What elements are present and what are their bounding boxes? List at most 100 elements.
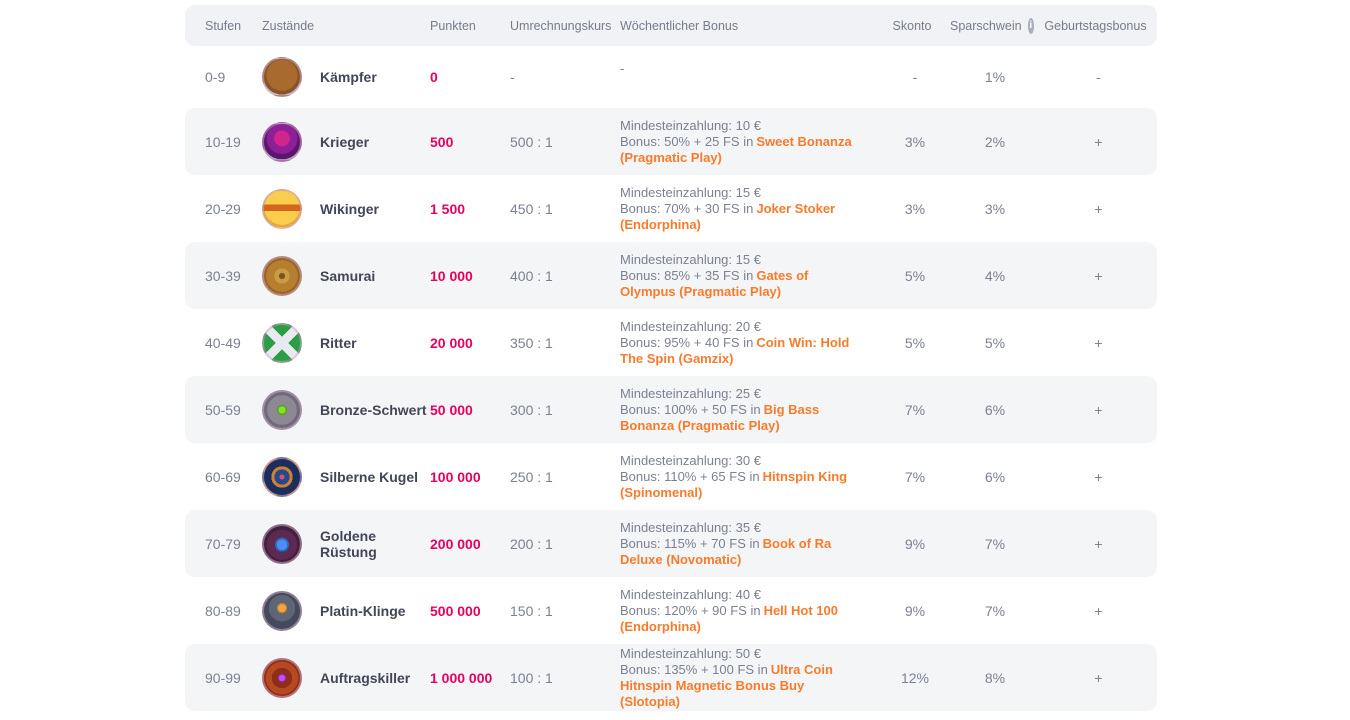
table-row: 70-79 Goldene Rüstung 200 000 200 : 1 Mi… bbox=[185, 510, 1157, 577]
rank-shield-icon bbox=[262, 57, 302, 97]
bonus-line: Bonus: 120% + 90 FS inHell Hot 100 (Endo… bbox=[620, 603, 866, 635]
rank-shield-icon bbox=[262, 323, 302, 363]
rank-shield-icon bbox=[262, 390, 302, 430]
weekly-bonus-cell: Mindesteinzahlung: 10 € Bonus: 50% + 25 … bbox=[620, 118, 880, 166]
bonus-min-deposit: Mindesteinzahlung: 15 € bbox=[620, 252, 866, 268]
weekly-bonus-cell: Mindesteinzahlung: 15 € Bonus: 85% + 35 … bbox=[620, 252, 880, 300]
header-woechentlicher-bonus: Wöchentlicher Bonus bbox=[620, 19, 880, 33]
rank-cell: Wikinger bbox=[262, 189, 430, 229]
rank-name: Ritter bbox=[320, 335, 357, 351]
rank-cell: Samurai bbox=[262, 256, 430, 296]
rank-cell: Goldene Rüstung bbox=[262, 524, 430, 564]
bonus-min-deposit: Mindesteinzahlung: 10 € bbox=[620, 118, 866, 134]
sparschwein-value: 7% bbox=[950, 603, 1040, 619]
bonus-line: Bonus: 50% + 25 FS inSweet Bonanza (Prag… bbox=[620, 134, 866, 166]
weekly-bonus-cell: Mindesteinzahlung: 40 € Bonus: 120% + 90… bbox=[620, 587, 880, 635]
conversion-rate: 250 : 1 bbox=[510, 469, 620, 485]
skonto-value: 9% bbox=[880, 603, 950, 619]
table-row: 50-59 Bronze-Schwert 50 000 300 : 1 Mind… bbox=[185, 376, 1157, 443]
bonus-min-deposit: Mindesteinzahlung: 40 € bbox=[620, 587, 866, 603]
bonus-min-deposit: Mindesteinzahlung: 35 € bbox=[620, 520, 866, 536]
bonus-line: Bonus: 110% + 65 FS inHitnspin King (Spi… bbox=[620, 469, 866, 501]
table-header-row: Stufen Zustände Punkten Umrechnungskurs … bbox=[185, 5, 1157, 46]
points-value: 1 500 bbox=[430, 201, 510, 217]
points-value: 0 bbox=[430, 69, 510, 85]
birthday-bonus-value: - bbox=[1040, 69, 1157, 85]
sparschwein-value: 3% bbox=[950, 201, 1040, 217]
bonus-min-deposit: Mindesteinzahlung: 15 € bbox=[620, 185, 866, 201]
level-range: 30-39 bbox=[185, 268, 262, 284]
skonto-value: 7% bbox=[880, 469, 950, 485]
skonto-value: - bbox=[880, 69, 950, 85]
loyalty-levels-table: Stufen Zustände Punkten Umrechnungskurs … bbox=[185, 5, 1157, 711]
rank-cell: Auftragskiller bbox=[262, 658, 430, 698]
weekly-bonus-cell: Mindesteinzahlung: 15 € Bonus: 70% + 30 … bbox=[620, 185, 880, 233]
header-punkten: Punkten bbox=[430, 19, 510, 33]
rank-name: Silberne Kugel bbox=[320, 469, 418, 485]
bonus-min-deposit: Mindesteinzahlung: 25 € bbox=[620, 386, 866, 402]
points-value: 10 000 bbox=[430, 268, 510, 284]
points-value: 1 000 000 bbox=[430, 670, 510, 686]
rank-cell: Bronze-Schwert bbox=[262, 390, 430, 430]
skonto-value: 12% bbox=[880, 670, 950, 686]
table-row: 90-99 Auftragskiller 1 000 000 100 : 1 M… bbox=[185, 644, 1157, 711]
sparschwein-value: 5% bbox=[950, 335, 1040, 351]
level-range: 80-89 bbox=[185, 603, 262, 619]
info-icon[interactable]: i bbox=[1028, 18, 1034, 34]
table-row: 20-29 Wikinger 1 500 450 : 1 Mindesteinz… bbox=[185, 175, 1157, 242]
conversion-rate: 150 : 1 bbox=[510, 603, 620, 619]
bonus-line: Bonus: 135% + 100 FS inUltra Coin Hitnsp… bbox=[620, 662, 866, 710]
weekly-bonus-cell: Mindesteinzahlung: 50 € Bonus: 135% + 10… bbox=[620, 646, 880, 710]
conversion-rate: 450 : 1 bbox=[510, 201, 620, 217]
rank-shield-icon bbox=[262, 457, 302, 497]
bonus-line: Bonus: 70% + 30 FS inJoker Stoker (Endor… bbox=[620, 201, 866, 233]
conversion-rate: 300 : 1 bbox=[510, 402, 620, 418]
points-value: 20 000 bbox=[430, 335, 510, 351]
bonus-line: Bonus: 95% + 40 FS inCoin Win: Hold The … bbox=[620, 335, 866, 367]
birthday-bonus-value: + bbox=[1040, 268, 1157, 284]
birthday-bonus-value: + bbox=[1040, 134, 1157, 150]
rank-shield-icon bbox=[262, 524, 302, 564]
rank-name: Auftragskiller bbox=[320, 670, 410, 686]
bonus-min-deposit: Mindesteinzahlung: 30 € bbox=[620, 453, 866, 469]
rank-cell: Krieger bbox=[262, 122, 430, 162]
rank-shield-icon bbox=[262, 189, 302, 229]
sparschwein-value: 1% bbox=[950, 69, 1040, 85]
weekly-bonus-cell: Mindesteinzahlung: 25 € Bonus: 100% + 50… bbox=[620, 386, 880, 434]
rank-cell: Kämpfer bbox=[262, 57, 430, 97]
conversion-rate: - bbox=[510, 69, 620, 85]
sparschwein-value: 2% bbox=[950, 134, 1040, 150]
loyalty-levels-page: Stufen Zustände Punkten Umrechnungskurs … bbox=[0, 0, 1350, 720]
rank-cell: Platin-Klinge bbox=[262, 591, 430, 631]
rank-name: Platin-Klinge bbox=[320, 603, 406, 619]
bonus-min-deposit: Mindesteinzahlung: 50 € bbox=[620, 646, 866, 662]
conversion-rate: 100 : 1 bbox=[510, 670, 620, 686]
bonus-line: Bonus: 85% + 35 FS inGates of Olympus (P… bbox=[620, 268, 866, 300]
rank-name: Kämpfer bbox=[320, 69, 377, 85]
skonto-value: 5% bbox=[880, 268, 950, 284]
level-range: 90-99 bbox=[185, 670, 262, 686]
birthday-bonus-value: + bbox=[1040, 670, 1157, 686]
table-row: 60-69 Silberne Kugel 100 000 250 : 1 Min… bbox=[185, 443, 1157, 510]
skonto-value: 7% bbox=[880, 402, 950, 418]
weekly-bonus-cell: - bbox=[620, 61, 880, 93]
weekly-bonus-cell: Mindesteinzahlung: 35 € Bonus: 115% + 70… bbox=[620, 520, 880, 568]
conversion-rate: 500 : 1 bbox=[510, 134, 620, 150]
points-value: 500 bbox=[430, 134, 510, 150]
birthday-bonus-value: + bbox=[1040, 536, 1157, 552]
level-range: 60-69 bbox=[185, 469, 262, 485]
points-value: 500 000 bbox=[430, 603, 510, 619]
level-range: 20-29 bbox=[185, 201, 262, 217]
header-umrechnungskurs: Umrechnungskurs bbox=[510, 19, 620, 33]
bonus-min-deposit: - bbox=[620, 61, 866, 77]
skonto-value: 9% bbox=[880, 536, 950, 552]
bonus-line: Bonus: 100% + 50 FS inBig Bass Bonanza (… bbox=[620, 402, 866, 434]
bonus-line: Bonus: 115% + 70 FS inBook of Ra Deluxe … bbox=[620, 536, 866, 568]
sparschwein-value: 4% bbox=[950, 268, 1040, 284]
conversion-rate: 200 : 1 bbox=[510, 536, 620, 552]
birthday-bonus-value: + bbox=[1040, 402, 1157, 418]
header-stufen: Stufen bbox=[185, 19, 262, 33]
rank-cell: Ritter bbox=[262, 323, 430, 363]
weekly-bonus-cell: Mindesteinzahlung: 30 € Bonus: 110% + 65… bbox=[620, 453, 880, 501]
header-sparschwein-label: Sparschwein bbox=[950, 19, 1022, 33]
